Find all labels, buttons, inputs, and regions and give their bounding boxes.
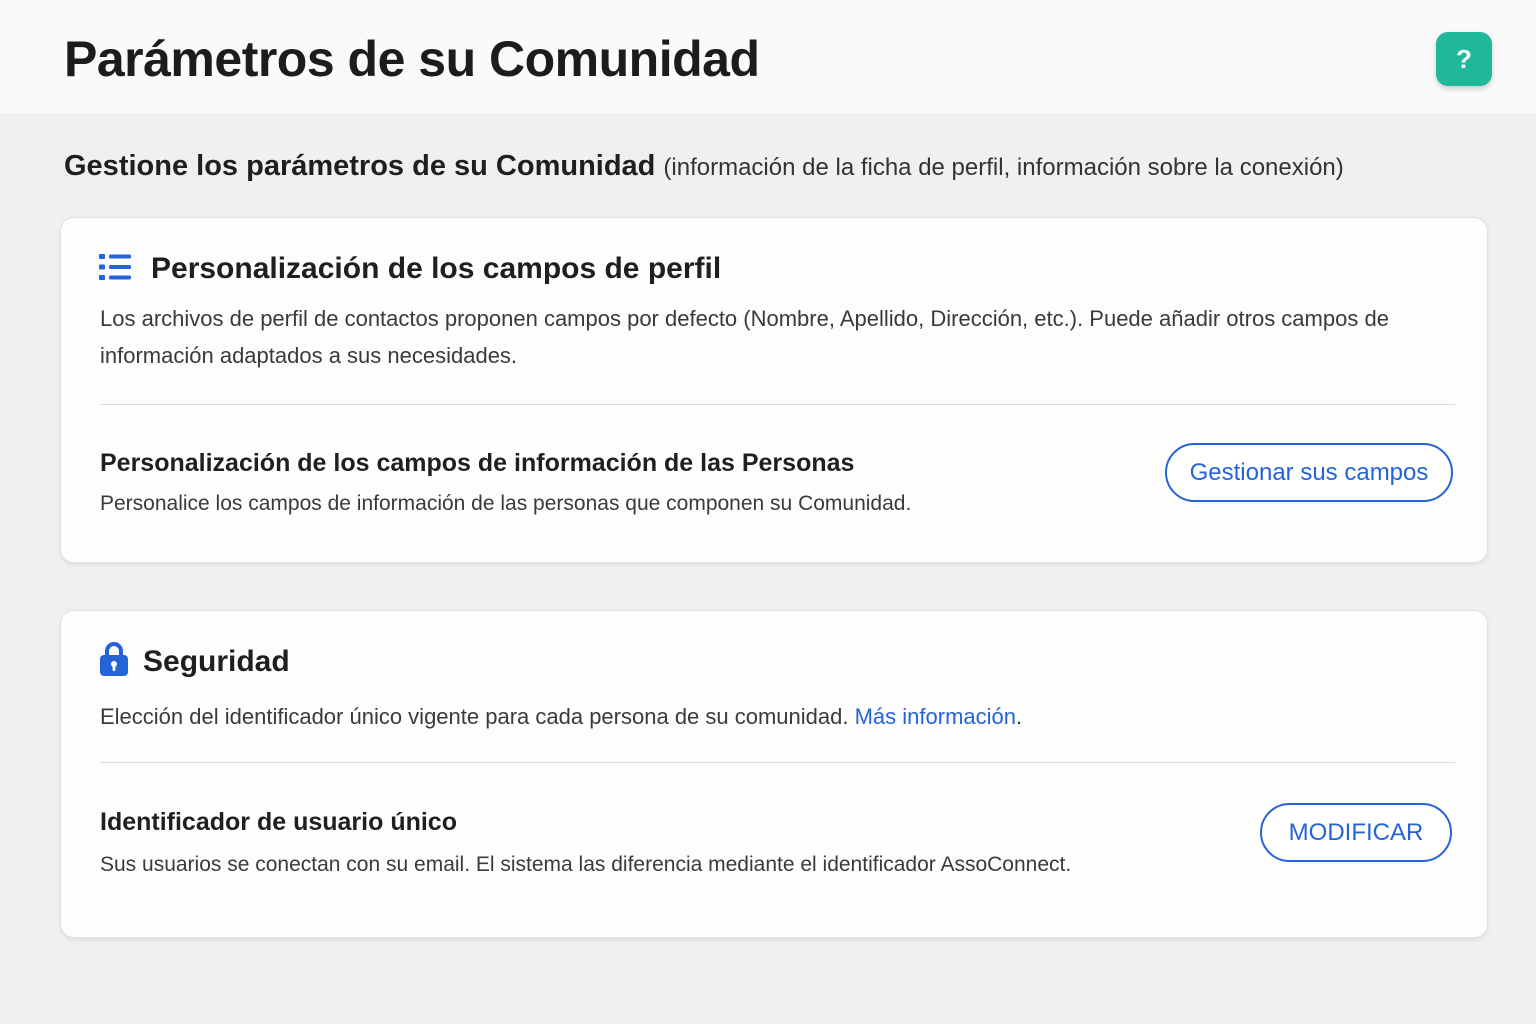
person-fields-description: Personalice los campos de información de… [100,492,912,515]
lock-icon [99,641,129,682]
divider [100,404,1455,405]
modify-button[interactable]: MODIFICAR [1260,803,1452,862]
question-icon: ? [1456,43,1472,74]
profile-fields-title: Personalización de los campos de perfil [151,252,722,285]
intro-heading: Gestione los parámetros de su Comunidad [64,150,656,182]
page-title: Parámetros de su Comunidad [64,31,760,87]
list-icon [99,253,133,286]
intro-text: Gestione los parámetros de su Comunidad (… [64,150,1344,183]
intro-subtext: (información de la ficha de perfil, info… [663,154,1344,181]
security-description: Elección del identificador único vigente… [100,698,1420,735]
help-button[interactable]: ? [1436,32,1492,86]
divider [100,762,1455,763]
profile-fields-card: Personalización de los campos de perfil … [60,217,1488,563]
security-header: Seguridad [99,641,290,682]
more-info-link[interactable]: Más información [855,704,1016,729]
manage-fields-button[interactable]: Gestionar sus campos [1165,443,1453,502]
profile-fields-description: Los archivos de perfil de contactos prop… [100,306,1389,368]
link-suffix: . [1016,704,1023,729]
page-header: Parámetros de su Comunidad ? [0,0,1536,113]
unique-id-description: Sus usuarios se conectan con su email. E… [100,853,1072,876]
security-card: Seguridad Elección del identificador úni… [60,610,1488,938]
profile-fields-header: Personalización de los campos de perfil [99,252,721,286]
security-title: Seguridad [143,644,290,678]
person-fields-title: Personalización de los campos de informa… [100,449,855,477]
unique-id-title: Identificador de usuario único [100,808,457,836]
security-description-text: Elección del identificador único vigente… [100,704,849,729]
